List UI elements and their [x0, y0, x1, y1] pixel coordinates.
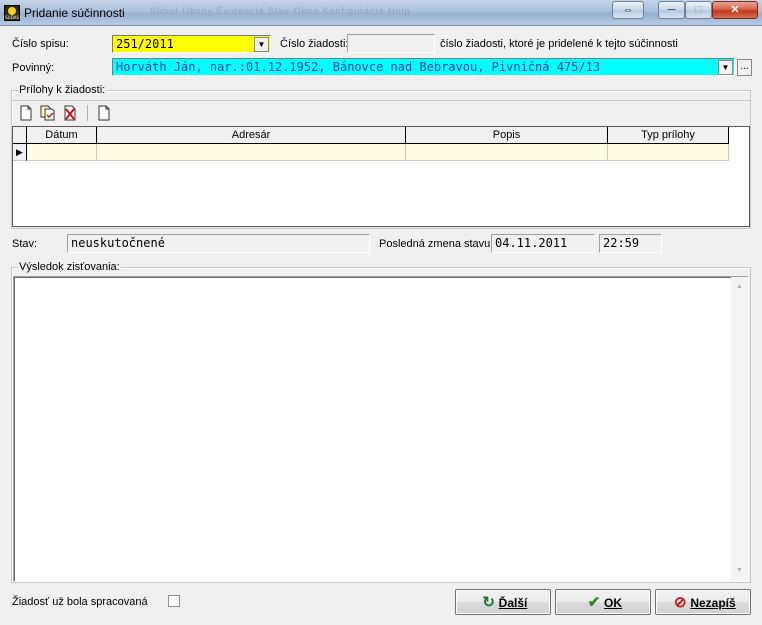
attachments-caption: Prílohy k žiadosti: [18, 84, 107, 96]
current-row-icon: ▶ [16, 147, 23, 157]
toolbar-separator [12, 100, 750, 101]
spis-label: Číslo spisu: [12, 38, 69, 50]
ziadost-label: Číslo žiadosti: [280, 38, 349, 50]
toolbar-divider [87, 105, 88, 121]
chevron-down-icon: ▼ [257, 40, 266, 49]
cancel-button-label: Nezapíš [690, 595, 736, 610]
processed-label: Žiadosť už bola spracovaná [12, 596, 148, 608]
new-doc-icon[interactable] [18, 105, 34, 121]
app-logo-icon: SUDAS [4, 5, 20, 21]
povinny-combo[interactable]: Horváth Ján, nar.:01.12.1952, Bánovce na… [112, 58, 735, 76]
result-scrollbar[interactable]: ▲ ▼ [731, 277, 748, 581]
copy-doc-icon[interactable] [40, 105, 56, 121]
spis-dropdown-button[interactable]: ▼ [254, 37, 269, 52]
stav-label: Stav: [12, 238, 38, 250]
delete-doc-icon[interactable] [62, 105, 78, 121]
povinny-label: Povinný: [12, 62, 55, 74]
scroll-down-icon[interactable]: ▼ [731, 567, 748, 574]
maximize-button[interactable]: □ [685, 1, 712, 19]
row-marker[interactable]: ▶ [13, 144, 27, 161]
background-menu: Súbor Úkony Evidencia Stav Okno Konfigur… [150, 6, 411, 16]
grid-corner [13, 127, 27, 144]
processed-checkbox[interactable] [168, 595, 180, 607]
column-header-typ[interactable]: Typ prílohy [608, 127, 729, 144]
result-textarea[interactable]: ▲ ▼ [13, 276, 749, 582]
cell-adresar[interactable] [97, 144, 406, 161]
ziadost-note: číslo žiadosti, ktoré je pridelené k tej… [440, 38, 678, 50]
chevron-down-icon: ▼ [721, 63, 730, 72]
column-header-popis[interactable]: Popis [406, 127, 608, 144]
title-bar[interactable]: SUDAS Pridanie súčinnosti Súbor Úkony Ev… [0, 0, 762, 26]
cancel-button[interactable]: ⊘ Nezapíš [655, 589, 751, 615]
ok-button[interactable]: ✔ OK [555, 589, 651, 615]
result-caption: Výsledok zisťovania: [18, 261, 121, 273]
blank-doc-icon[interactable] [96, 105, 112, 121]
next-button-label: Ďalší [498, 595, 528, 610]
cell-datum[interactable] [27, 144, 97, 161]
spis-combo[interactable]: 251/2011 ▼ [112, 35, 271, 53]
spis-value: 251/2011 [116, 37, 174, 51]
minimize-button[interactable]: ─ [658, 1, 685, 19]
ok-button-label: OK [604, 595, 622, 610]
app-logo-text: SUDAS [5, 15, 19, 20]
cell-popis[interactable] [406, 144, 608, 161]
cell-typ[interactable] [608, 144, 729, 161]
attachments-grid[interactable]: Dátum Adresár Popis Typ prílohy ▶ [12, 126, 750, 227]
checkmark-icon: ✔ [587, 593, 601, 611]
browse-button[interactable]: ... [737, 59, 752, 76]
stav-field: neuskutočnené [67, 234, 370, 253]
window-title: Pridanie súčinnosti [24, 6, 125, 20]
scroll-up-icon[interactable]: ▲ [731, 283, 748, 290]
zmena-label: Posledná zmena stavu: [379, 238, 494, 250]
zmena-time-field: 22:59 [599, 234, 662, 253]
refresh-icon: ↻ [482, 593, 495, 611]
close-button[interactable]: ✕ [712, 1, 758, 19]
swap-window-button[interactable]: ⇔ [612, 1, 644, 19]
next-button[interactable]: ↻ Ďalší [455, 589, 551, 615]
ziadost-field[interactable] [347, 34, 435, 53]
column-header-datum[interactable]: Dátum [27, 127, 97, 144]
no-entry-icon: ⊘ [674, 593, 687, 611]
column-header-adresar[interactable]: Adresár [97, 127, 406, 144]
povinny-value: Horváth Ján, nar.:01.12.1952, Bánovce na… [116, 60, 601, 74]
povinny-dropdown-button[interactable]: ▼ [718, 60, 733, 75]
zmena-date-field: 04.11.2011 [491, 234, 595, 253]
